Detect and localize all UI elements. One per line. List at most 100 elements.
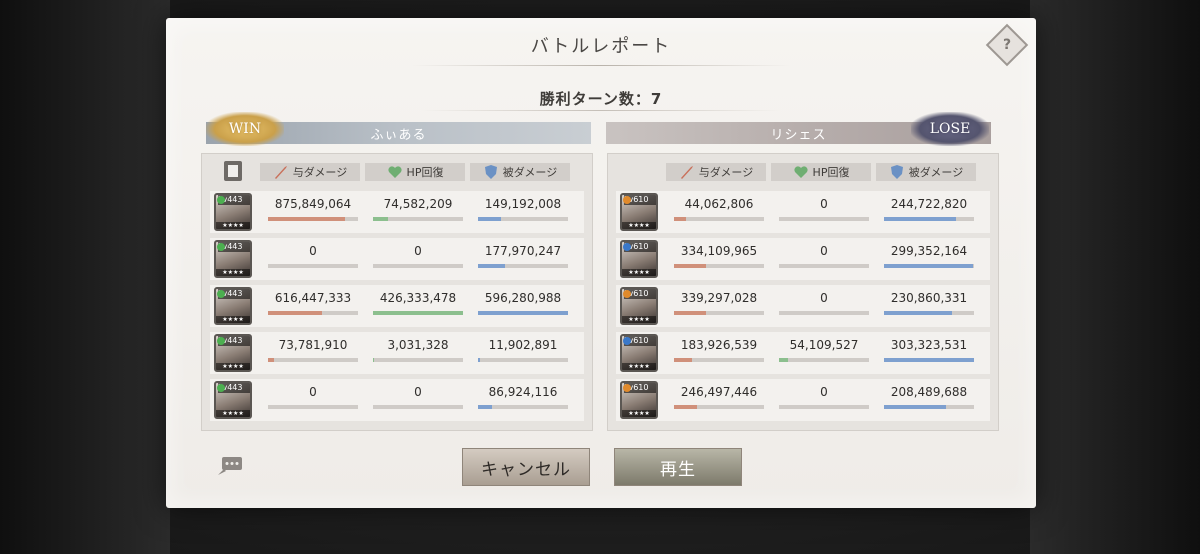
taken-bar bbox=[478, 358, 568, 362]
dealt-value: 44,062,806 bbox=[684, 197, 754, 211]
dealt-bar bbox=[674, 264, 764, 268]
heart-icon bbox=[793, 166, 808, 178]
dealt-value: 875,849,064 bbox=[274, 197, 352, 211]
shield-icon bbox=[484, 165, 497, 179]
right-team-panel: 与ダメージ HP回復 被ダメージ Lv610 ★★★★ 44,062,806 0 244… bbox=[607, 153, 999, 431]
dealt-bar-fill bbox=[268, 311, 322, 315]
heal-bar bbox=[779, 217, 869, 221]
chat-icon[interactable] bbox=[216, 455, 244, 477]
dealt-bar-fill bbox=[268, 358, 275, 362]
taken-bar-fill bbox=[478, 405, 492, 409]
taken-bar-fill bbox=[884, 264, 974, 268]
heal-value: 0 bbox=[820, 244, 828, 258]
taken-value: 86,924,116 bbox=[488, 385, 558, 399]
rarity-stars: ★★★★ bbox=[622, 316, 656, 323]
taken-bar bbox=[884, 405, 974, 409]
col-dealt-label: 与ダメージ bbox=[292, 166, 348, 179]
heal-bar-fill bbox=[373, 358, 374, 362]
dealt-bar-fill bbox=[674, 217, 686, 221]
member-row: Lv443 ★★★★ 616,447,333 426,333,478 596,280,9… bbox=[210, 285, 584, 327]
element-icon bbox=[217, 384, 225, 392]
heal-bar-fill bbox=[373, 311, 463, 315]
taken-value: 208,489,688 bbox=[890, 385, 968, 399]
heal-value: 426,333,478 bbox=[379, 291, 457, 305]
left-column-headers: 与ダメージ HP回復 被ダメージ bbox=[202, 163, 592, 183]
taken-bar-fill bbox=[478, 311, 568, 315]
turns-divider bbox=[421, 110, 781, 111]
left-team-panel: 与ダメージ HP回復 被ダメージ Lv443 ★★★★ 875,849,064 74,… bbox=[201, 153, 593, 431]
element-icon bbox=[623, 290, 631, 298]
taken-value: 244,722,820 bbox=[890, 197, 968, 211]
heart-icon bbox=[387, 166, 402, 178]
rarity-stars: ★★★★ bbox=[216, 316, 250, 323]
dealt-bar bbox=[268, 264, 358, 268]
character-avatar[interactable]: Lv610 ★★★★ bbox=[620, 240, 658, 278]
help-button[interactable]: ? bbox=[985, 23, 1029, 67]
member-row: Lv443 ★★★★ 0 0 177,970,247 bbox=[210, 238, 584, 280]
heal-value: 0 bbox=[414, 244, 422, 258]
character-avatar[interactable]: Lv443 ★★★★ bbox=[214, 240, 252, 278]
heal-value: 0 bbox=[414, 385, 422, 399]
element-icon bbox=[217, 243, 225, 251]
taken-bar bbox=[478, 311, 568, 315]
dealt-bar bbox=[674, 405, 764, 409]
dealt-bar-fill bbox=[674, 358, 692, 362]
heal-bar bbox=[373, 405, 463, 409]
heal-bar-fill bbox=[779, 358, 788, 362]
member-row: Lv610 ★★★★ 246,497,446 0 208,489,688 bbox=[616, 379, 990, 421]
col-taken-header: 被ダメージ bbox=[876, 163, 976, 181]
character-avatar[interactable]: Lv443 ★★★★ bbox=[214, 381, 252, 419]
taken-value: 303,323,531 bbox=[890, 338, 968, 352]
dealt-value: 616,447,333 bbox=[274, 291, 352, 305]
element-icon bbox=[217, 337, 225, 345]
dealt-bar-fill bbox=[674, 405, 698, 409]
col-heal-header: HP回復 bbox=[771, 163, 871, 181]
taken-bar bbox=[478, 264, 568, 268]
character-avatar[interactable]: Lv610 ★★★★ bbox=[620, 287, 658, 325]
character-avatar[interactable]: Lv610 ★★★★ bbox=[620, 381, 658, 419]
element-icon bbox=[623, 337, 631, 345]
rarity-stars: ★★★★ bbox=[622, 222, 656, 229]
heal-bar bbox=[373, 217, 463, 221]
dealt-bar bbox=[268, 358, 358, 362]
heal-bar bbox=[779, 311, 869, 315]
heal-bar-fill bbox=[373, 217, 389, 221]
right-team-name: リシェス bbox=[770, 127, 827, 143]
member-row: Lv610 ★★★★ 334,109,965 0 299,352,164 bbox=[616, 238, 990, 280]
character-avatar[interactable]: Lv443 ★★★★ bbox=[214, 193, 252, 231]
element-icon bbox=[623, 196, 631, 204]
heal-bar bbox=[373, 311, 463, 315]
dealt-bar bbox=[268, 311, 358, 315]
dealt-value: 73,781,910 bbox=[278, 338, 348, 352]
character-avatar[interactable]: Lv443 ★★★★ bbox=[214, 334, 252, 372]
heal-bar bbox=[779, 264, 869, 268]
taken-bar-fill bbox=[884, 311, 953, 315]
member-row: Lv610 ★★★★ 339,297,028 0 230,860,331 bbox=[616, 285, 990, 327]
right-column-headers: 与ダメージ HP回復 被ダメージ bbox=[608, 163, 998, 183]
character-avatar[interactable]: Lv610 ★★★★ bbox=[620, 193, 658, 231]
rarity-stars: ★★★★ bbox=[622, 269, 656, 276]
dealt-value: 183,926,539 bbox=[680, 338, 758, 352]
taken-bar bbox=[478, 217, 568, 221]
element-icon bbox=[217, 290, 225, 298]
lose-badge: LOSE bbox=[911, 112, 989, 146]
play-button[interactable]: 再生 bbox=[614, 448, 742, 486]
win-badge: WIN bbox=[206, 112, 284, 146]
element-icon bbox=[623, 384, 631, 392]
character-avatar[interactable]: Lv443 ★★★★ bbox=[214, 287, 252, 325]
dealt-bar bbox=[268, 405, 358, 409]
col-taken-header: 被ダメージ bbox=[470, 163, 570, 181]
dealt-value: 334,109,965 bbox=[680, 244, 758, 258]
cancel-button[interactable]: キャンセル bbox=[462, 448, 590, 486]
rarity-stars: ★★★★ bbox=[622, 410, 656, 417]
member-row: Lv610 ★★★★ 183,926,539 54,109,527 303,323,53… bbox=[616, 332, 990, 374]
dealt-value: 246,497,446 bbox=[680, 385, 758, 399]
col-dealt-header: 与ダメージ bbox=[260, 163, 360, 181]
taken-value: 596,280,988 bbox=[484, 291, 562, 305]
taken-bar-fill bbox=[478, 358, 480, 362]
col-heal-header: HP回復 bbox=[365, 163, 465, 181]
rarity-stars: ★★★★ bbox=[622, 363, 656, 370]
taken-bar-fill bbox=[884, 405, 947, 409]
character-avatar[interactable]: Lv610 ★★★★ bbox=[620, 334, 658, 372]
heal-bar bbox=[779, 405, 869, 409]
